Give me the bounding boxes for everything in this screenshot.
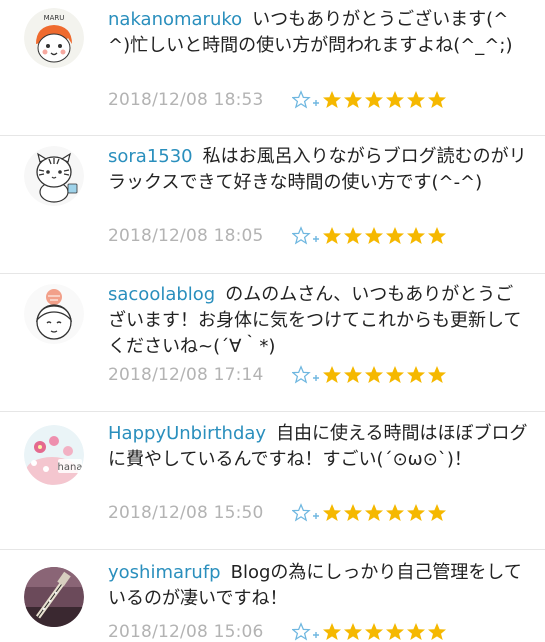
comment-text: sora1530 私はお風呂入りながらブログ読むのがリラックスできて好きな時間の使… (108, 144, 528, 196)
star-rating (322, 90, 448, 110)
star-icon (323, 366, 341, 383)
comment-text: sacoolablog のムのムさん、いつもありがとうございます！お身体に気をつけ… (108, 282, 528, 360)
comment-date: 2018/12/08 15:06 (108, 622, 264, 642)
star-icon (428, 366, 446, 383)
comment-text: nakanomaruko いつもありがとうございます(^^)忙しいと時間の使い方が… (108, 7, 528, 59)
star-icon (365, 623, 383, 640)
comment-date: 2018/12/08 18:05 (108, 226, 264, 246)
avatar[interactable] (24, 284, 84, 344)
svg-text:MARU: MARU (44, 14, 65, 22)
comment-item: MARU nakanomaruko いつもありがとうございます(^^)忙しいと時間… (0, 0, 545, 136)
star-icon (407, 623, 425, 640)
star-icon (428, 504, 446, 521)
star-icon (386, 504, 404, 521)
comment-username[interactable]: yoshimarufp (108, 562, 221, 583)
comment-item: yoshimarufp Blogの為にしっかり自己管理をしているのが凄いですね！ … (0, 550, 545, 642)
star-icon (407, 504, 425, 521)
star-icon (428, 227, 446, 244)
avatar-tiger-image (24, 146, 84, 206)
star-icon (323, 91, 341, 108)
star-icon (365, 366, 383, 383)
star-icon (323, 623, 341, 640)
star-icon (365, 91, 383, 108)
comment-username[interactable]: HappyUnbirthday (108, 423, 266, 444)
star-icon (428, 91, 446, 108)
avatar-girl-image (24, 284, 84, 344)
comment-date: 2018/12/08 17:14 (108, 365, 264, 385)
add-star-icon[interactable] (292, 503, 322, 523)
add-star-icon[interactable] (292, 365, 322, 385)
star-icon (344, 623, 362, 640)
star-icon (344, 504, 362, 521)
avatar-maru-image: MARU (24, 8, 84, 68)
avatar[interactable]: hana (24, 425, 84, 485)
star-icon (323, 227, 341, 244)
add-star-icon[interactable] (292, 90, 322, 110)
star-icon (407, 366, 425, 383)
star-icon (386, 366, 404, 383)
comment-text: HappyUnbirthday 自由に使える時間はほぼブログに費やしているんですね… (108, 421, 528, 473)
comment-username[interactable]: nakanomaruko (108, 9, 242, 30)
comment-text: yoshimarufp Blogの為にしっかり自己管理をしているのが凄いですね！ (108, 560, 528, 612)
star-icon (386, 91, 404, 108)
comment-date: 2018/12/08 15:50 (108, 503, 264, 523)
add-star-icon[interactable] (292, 226, 322, 246)
comment-username[interactable]: sacoolablog (108, 284, 215, 305)
star-icon (344, 366, 362, 383)
avatar[interactable] (24, 567, 84, 627)
svg-text:hana: hana (58, 462, 83, 473)
star-rating (322, 365, 448, 385)
star-icon (344, 91, 362, 108)
avatar[interactable]: MARU (24, 8, 84, 68)
star-icon (407, 91, 425, 108)
star-icon (407, 227, 425, 244)
star-icon (428, 623, 446, 640)
star-rating (322, 503, 448, 523)
comment-username[interactable]: sora1530 (108, 146, 193, 167)
star-rating (322, 622, 448, 642)
star-icon (344, 227, 362, 244)
star-rating (322, 226, 448, 246)
star-icon (365, 504, 383, 521)
star-icon (386, 227, 404, 244)
star-icon (365, 227, 383, 244)
avatar-flower-image: hana (24, 425, 84, 485)
comment-date: 2018/12/08 18:53 (108, 90, 264, 110)
comment-item: sacoolablog のムのムさん、いつもありがとうございます！お身体に気をつけ… (0, 274, 545, 412)
avatar[interactable] (24, 146, 84, 206)
comment-item: sora1530 私はお風呂入りながらブログ読むのがリラックスできて好きな時間の使… (0, 136, 545, 274)
comment-item: hana HappyUnbirthday 自由に使える時間はほぼブログに費やしてい… (0, 412, 545, 550)
add-star-icon[interactable] (292, 622, 322, 642)
star-icon (386, 623, 404, 640)
avatar-guitar-image (24, 567, 84, 627)
star-icon (323, 504, 341, 521)
